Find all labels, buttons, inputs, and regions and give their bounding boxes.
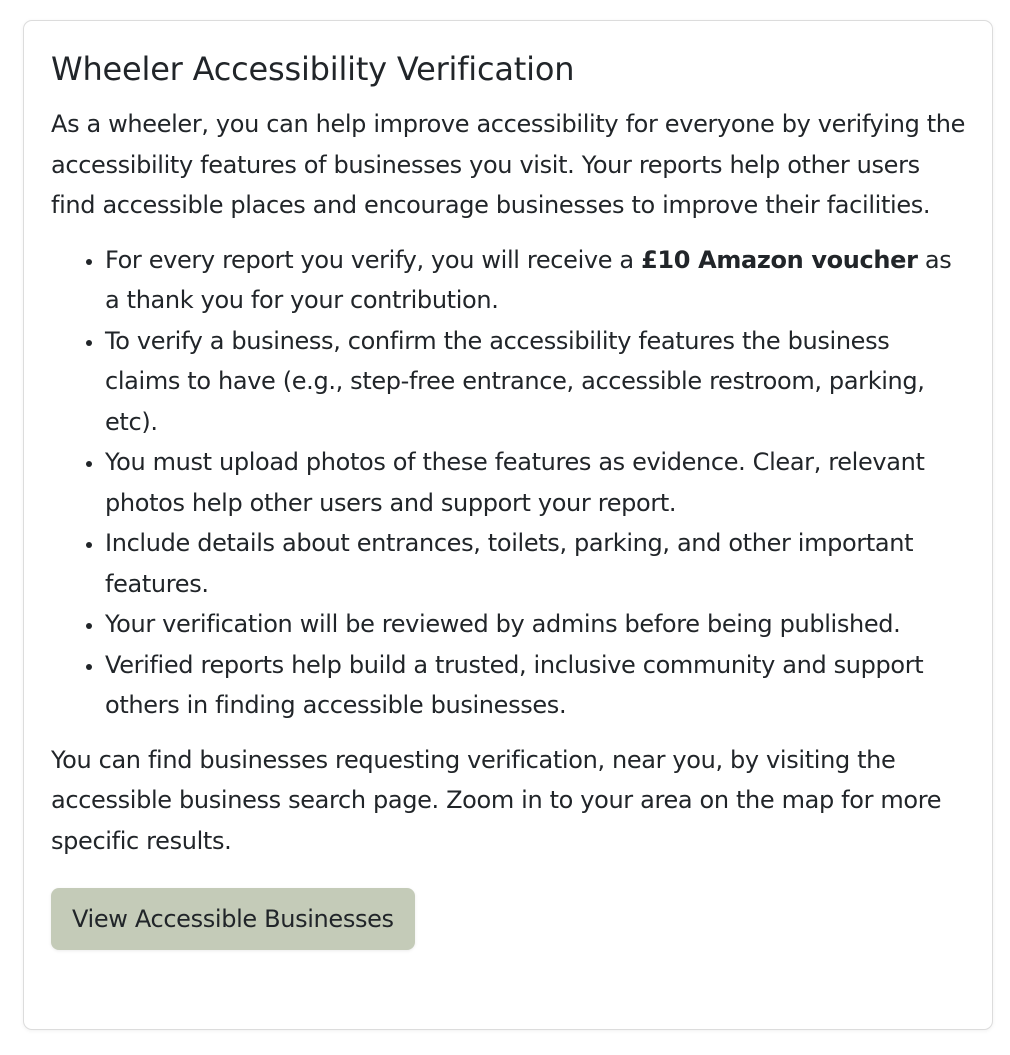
list-item-upload-photos: You must upload photos of these features… (105, 442, 970, 523)
list-item-community: Verified reports help build a trusted, i… (105, 645, 970, 726)
intro-paragraph: As a wheeler, you can help improve acces… (51, 110, 966, 219)
voucher-amount: £10 Amazon voucher (641, 245, 918, 274)
voucher-text-before: For every report you verify, you will re… (105, 245, 642, 274)
info-list: For every report you verify, you will re… (51, 240, 992, 726)
list-item-admin-review: Your verification will be reviewed by ad… (105, 604, 970, 645)
list-item-confirm-features: To verify a business, confirm the access… (105, 321, 970, 443)
list-item-voucher: For every report you verify, you will re… (105, 240, 970, 321)
card-title: Wheeler Accessibility Verification (51, 50, 575, 88)
list-item-include-details: Include details about entrances, toilets… (105, 523, 970, 604)
outro-paragraph: You can find businesses requesting verif… (51, 745, 942, 855)
view-accessible-businesses-button[interactable]: View Accessible Businesses (51, 888, 415, 950)
verification-card: Wheeler Accessibility Verification As a … (23, 20, 993, 1030)
